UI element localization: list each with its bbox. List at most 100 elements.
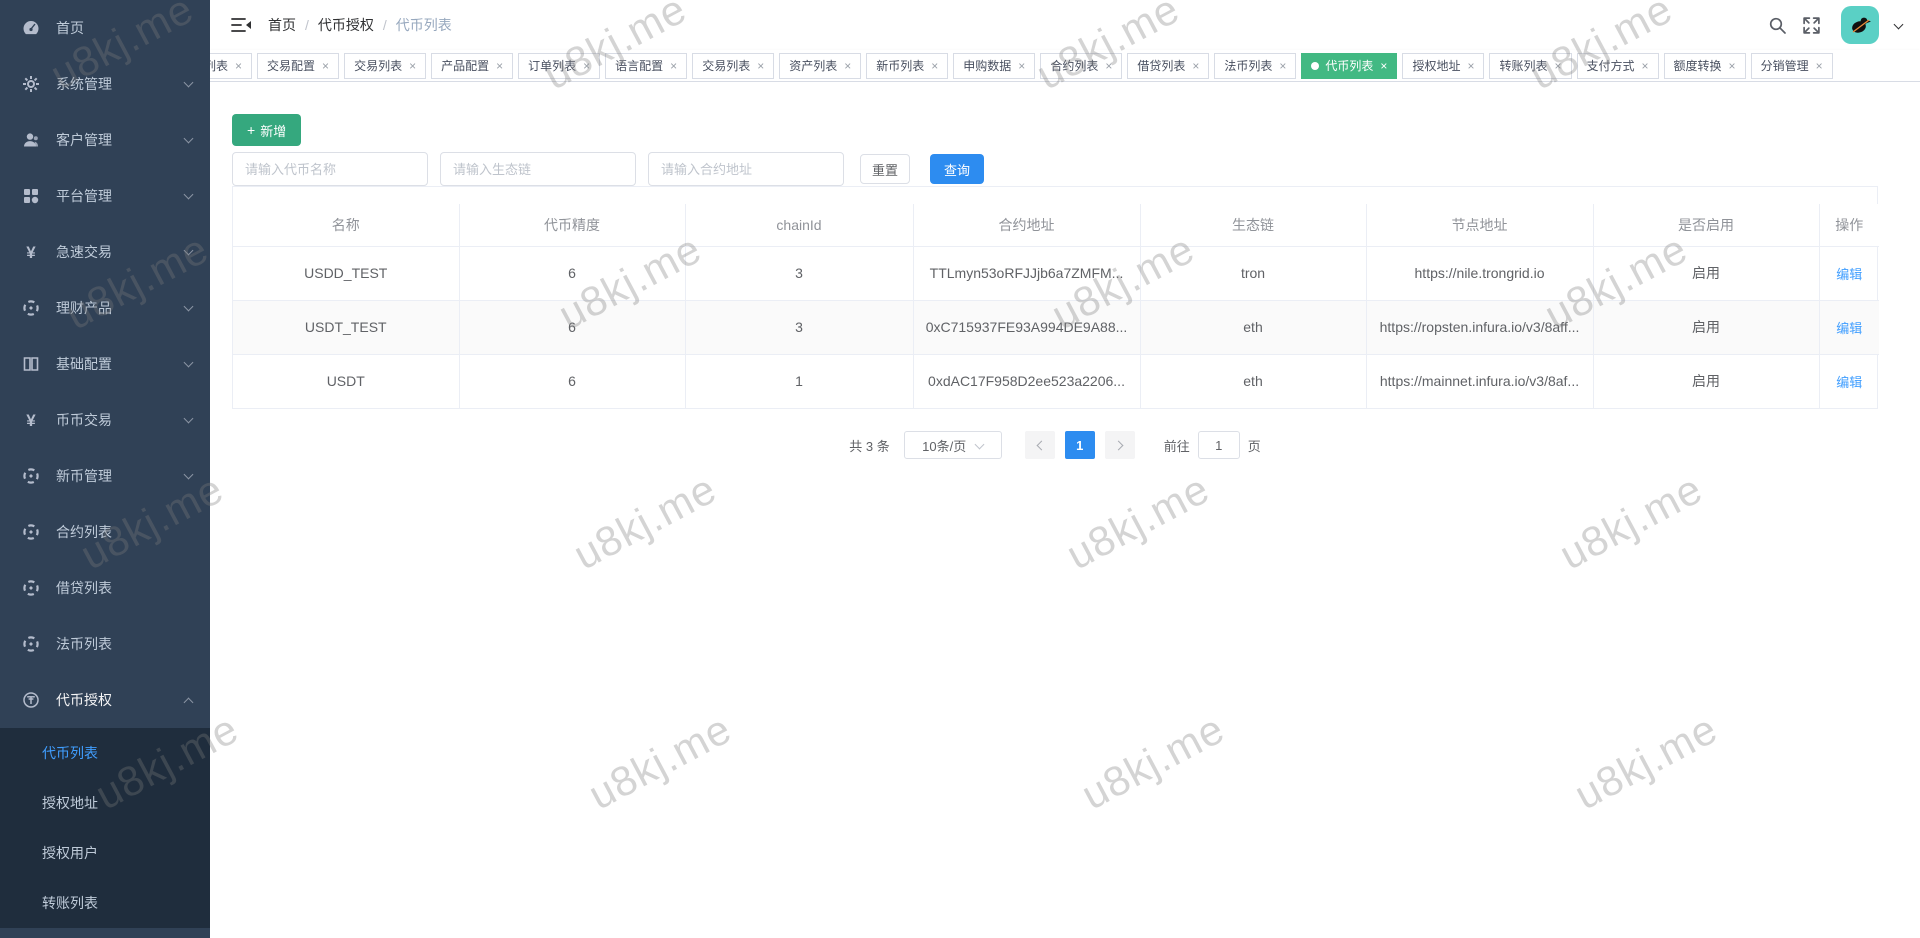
tab-授权地址[interactable]: 授权地址 [1402, 53, 1484, 79]
sidebar-item[interactable]: 借贷列表 [0, 560, 210, 616]
close-icon[interactable] [1554, 60, 1561, 72]
sidebar-item[interactable]: 首页 [0, 0, 210, 56]
sidebar-item[interactable]: ¥ 急速交易 [0, 224, 210, 280]
sidebar-subitem[interactable]: 代币列表 [0, 728, 210, 778]
close-icon[interactable] [1105, 60, 1112, 72]
close-icon[interactable] [583, 60, 590, 72]
sidebar-item-label: 币币交易 [56, 410, 185, 430]
close-icon[interactable] [1279, 60, 1286, 72]
close-icon[interactable] [1018, 60, 1025, 72]
close-icon[interactable] [1380, 60, 1387, 72]
sidebar-item[interactable]: 法币列表 [0, 616, 210, 672]
tab-交易配置[interactable]: 交易配置 [257, 53, 339, 79]
search-icon[interactable] [1767, 15, 1787, 35]
hamburger-icon[interactable] [230, 15, 252, 35]
sidebar-item[interactable]: ¥ 币币交易 [0, 392, 210, 448]
tab-合约列表[interactable]: 合约列表 [1040, 53, 1122, 79]
eco-chain-input[interactable] [440, 152, 636, 186]
tab-转账列表[interactable]: 转账列表 [1489, 53, 1571, 79]
search-button[interactable]: 查询 [930, 154, 984, 184]
table-cell: 1 [685, 354, 913, 408]
sidebar-item[interactable]: 代币授权 [0, 672, 210, 728]
breadcrumb-item[interactable]: 代币授权 [318, 15, 374, 35]
close-icon[interactable] [670, 60, 677, 72]
page-number-button[interactable]: 1 [1065, 431, 1095, 459]
sidebar-subitem[interactable]: 授权地址 [0, 778, 210, 828]
sidebar-item[interactable]: 系统管理 [0, 56, 210, 112]
watermark-text: u8kj.me [1567, 705, 1726, 820]
gear-icon [22, 75, 40, 93]
close-icon[interactable] [1467, 60, 1474, 72]
breadcrumb: 首页/代币授权/代币列表 [268, 15, 452, 35]
tab-交易列表[interactable]: 交易列表 [692, 53, 774, 79]
sidebar-subitem[interactable]: 授权用户 [0, 828, 210, 878]
sidebar-item[interactable]: 合约列表 [0, 504, 210, 560]
contract-address-input[interactable] [648, 152, 844, 186]
tab-新币列表[interactable]: 新币列表 [866, 53, 948, 79]
close-icon[interactable] [409, 60, 416, 72]
table-cell: 6 [459, 300, 685, 354]
tab-交易列表[interactable]: 交易列表 [344, 53, 426, 79]
table-cell: 6 [459, 246, 685, 300]
sidebar-item[interactable]: 平台管理 [0, 168, 210, 224]
tab-产品配置[interactable]: 产品配置 [431, 53, 513, 79]
close-icon[interactable] [1642, 60, 1649, 72]
close-icon[interactable] [757, 60, 764, 72]
table-cell: 启用 [1593, 246, 1819, 300]
chevron-down-icon [184, 190, 194, 200]
tab-申购数据[interactable]: 申购数据 [953, 53, 1035, 79]
tab-额度转换[interactable]: 额度转换 [1664, 53, 1746, 79]
sidebar-item-label: 客户管理 [56, 130, 185, 150]
close-icon[interactable] [1192, 60, 1199, 72]
reset-button[interactable]: 重置 [860, 154, 910, 184]
sidebar-item-label: 新币管理 [56, 466, 185, 486]
edit-link[interactable]: 编辑 [1836, 375, 1862, 390]
tab-支付方式[interactable]: 支付方式 [1577, 53, 1659, 79]
caret-down-icon[interactable] [1894, 19, 1904, 29]
sidebar-item[interactable]: 基础配置 [0, 336, 210, 392]
table-row: USDD_TEST63TTLmyn53oRFJJjb6a7ZMFM...tron… [233, 246, 1879, 300]
breadcrumb-item[interactable]: 首页 [268, 15, 296, 35]
close-icon[interactable] [235, 60, 242, 72]
tab-法币列表[interactable]: 法币列表 [1214, 53, 1296, 79]
tab-订单列表[interactable]: 订单列表 [518, 53, 600, 79]
column-header: 生态链 [1140, 204, 1366, 246]
tab-分销管理[interactable]: 分销管理 [1751, 53, 1833, 79]
sidebar-item[interactable]: 客户管理 [0, 112, 210, 168]
tab-列表[interactable]: 列表 [210, 53, 252, 79]
table-cell: 3 [685, 300, 913, 354]
chevron-down-icon [184, 414, 194, 424]
goto-page-input[interactable] [1198, 431, 1240, 459]
token-name-input[interactable] [232, 152, 428, 186]
chevron-down-icon [184, 302, 194, 312]
close-icon[interactable] [1729, 60, 1736, 72]
sidebar-menu: 首页 系统管理 客户管理 平台管理 ¥ 急速交易 理财产品 基础配置 ¥ 币币交… [0, 0, 210, 928]
prev-page-button[interactable] [1025, 431, 1055, 459]
fullscreen-icon[interactable] [1801, 15, 1821, 35]
sidebar-item[interactable]: 理财产品 [0, 280, 210, 336]
page-size-select[interactable]: 10条/页 [904, 431, 1002, 459]
close-icon[interactable] [1816, 60, 1823, 72]
tab-代币列表[interactable]: 代币列表 [1301, 53, 1397, 79]
sidebar-item-label: 急速交易 [56, 242, 185, 262]
tags-view: 列表 交易配置 交易列表 产品配置 订单列表 语言配置 交易列表 资产列表 新币… [210, 50, 1920, 82]
watermark-text: u8kj.me [1074, 705, 1233, 820]
column-header: 操作 [1819, 204, 1879, 246]
grid-icon [22, 187, 40, 205]
tab-语言配置[interactable]: 语言配置 [605, 53, 687, 79]
close-icon[interactable] [496, 60, 503, 72]
sidebar-item-label: 代币授权 [56, 690, 185, 710]
close-icon[interactable] [322, 60, 329, 72]
close-icon[interactable] [931, 60, 938, 72]
sidebar-subitem[interactable]: 转账列表 [0, 878, 210, 928]
next-page-button[interactable] [1105, 431, 1135, 459]
edit-link[interactable]: 编辑 [1836, 267, 1862, 282]
sidebar-item-label: 理财产品 [56, 298, 185, 318]
avatar[interactable] [1841, 6, 1879, 44]
add-button[interactable]: 新增 [232, 114, 301, 146]
tab-资产列表[interactable]: 资产列表 [779, 53, 861, 79]
tab-借贷列表[interactable]: 借贷列表 [1127, 53, 1209, 79]
close-icon[interactable] [844, 60, 851, 72]
sidebar-item[interactable]: 新币管理 [0, 448, 210, 504]
edit-link[interactable]: 编辑 [1836, 321, 1862, 336]
